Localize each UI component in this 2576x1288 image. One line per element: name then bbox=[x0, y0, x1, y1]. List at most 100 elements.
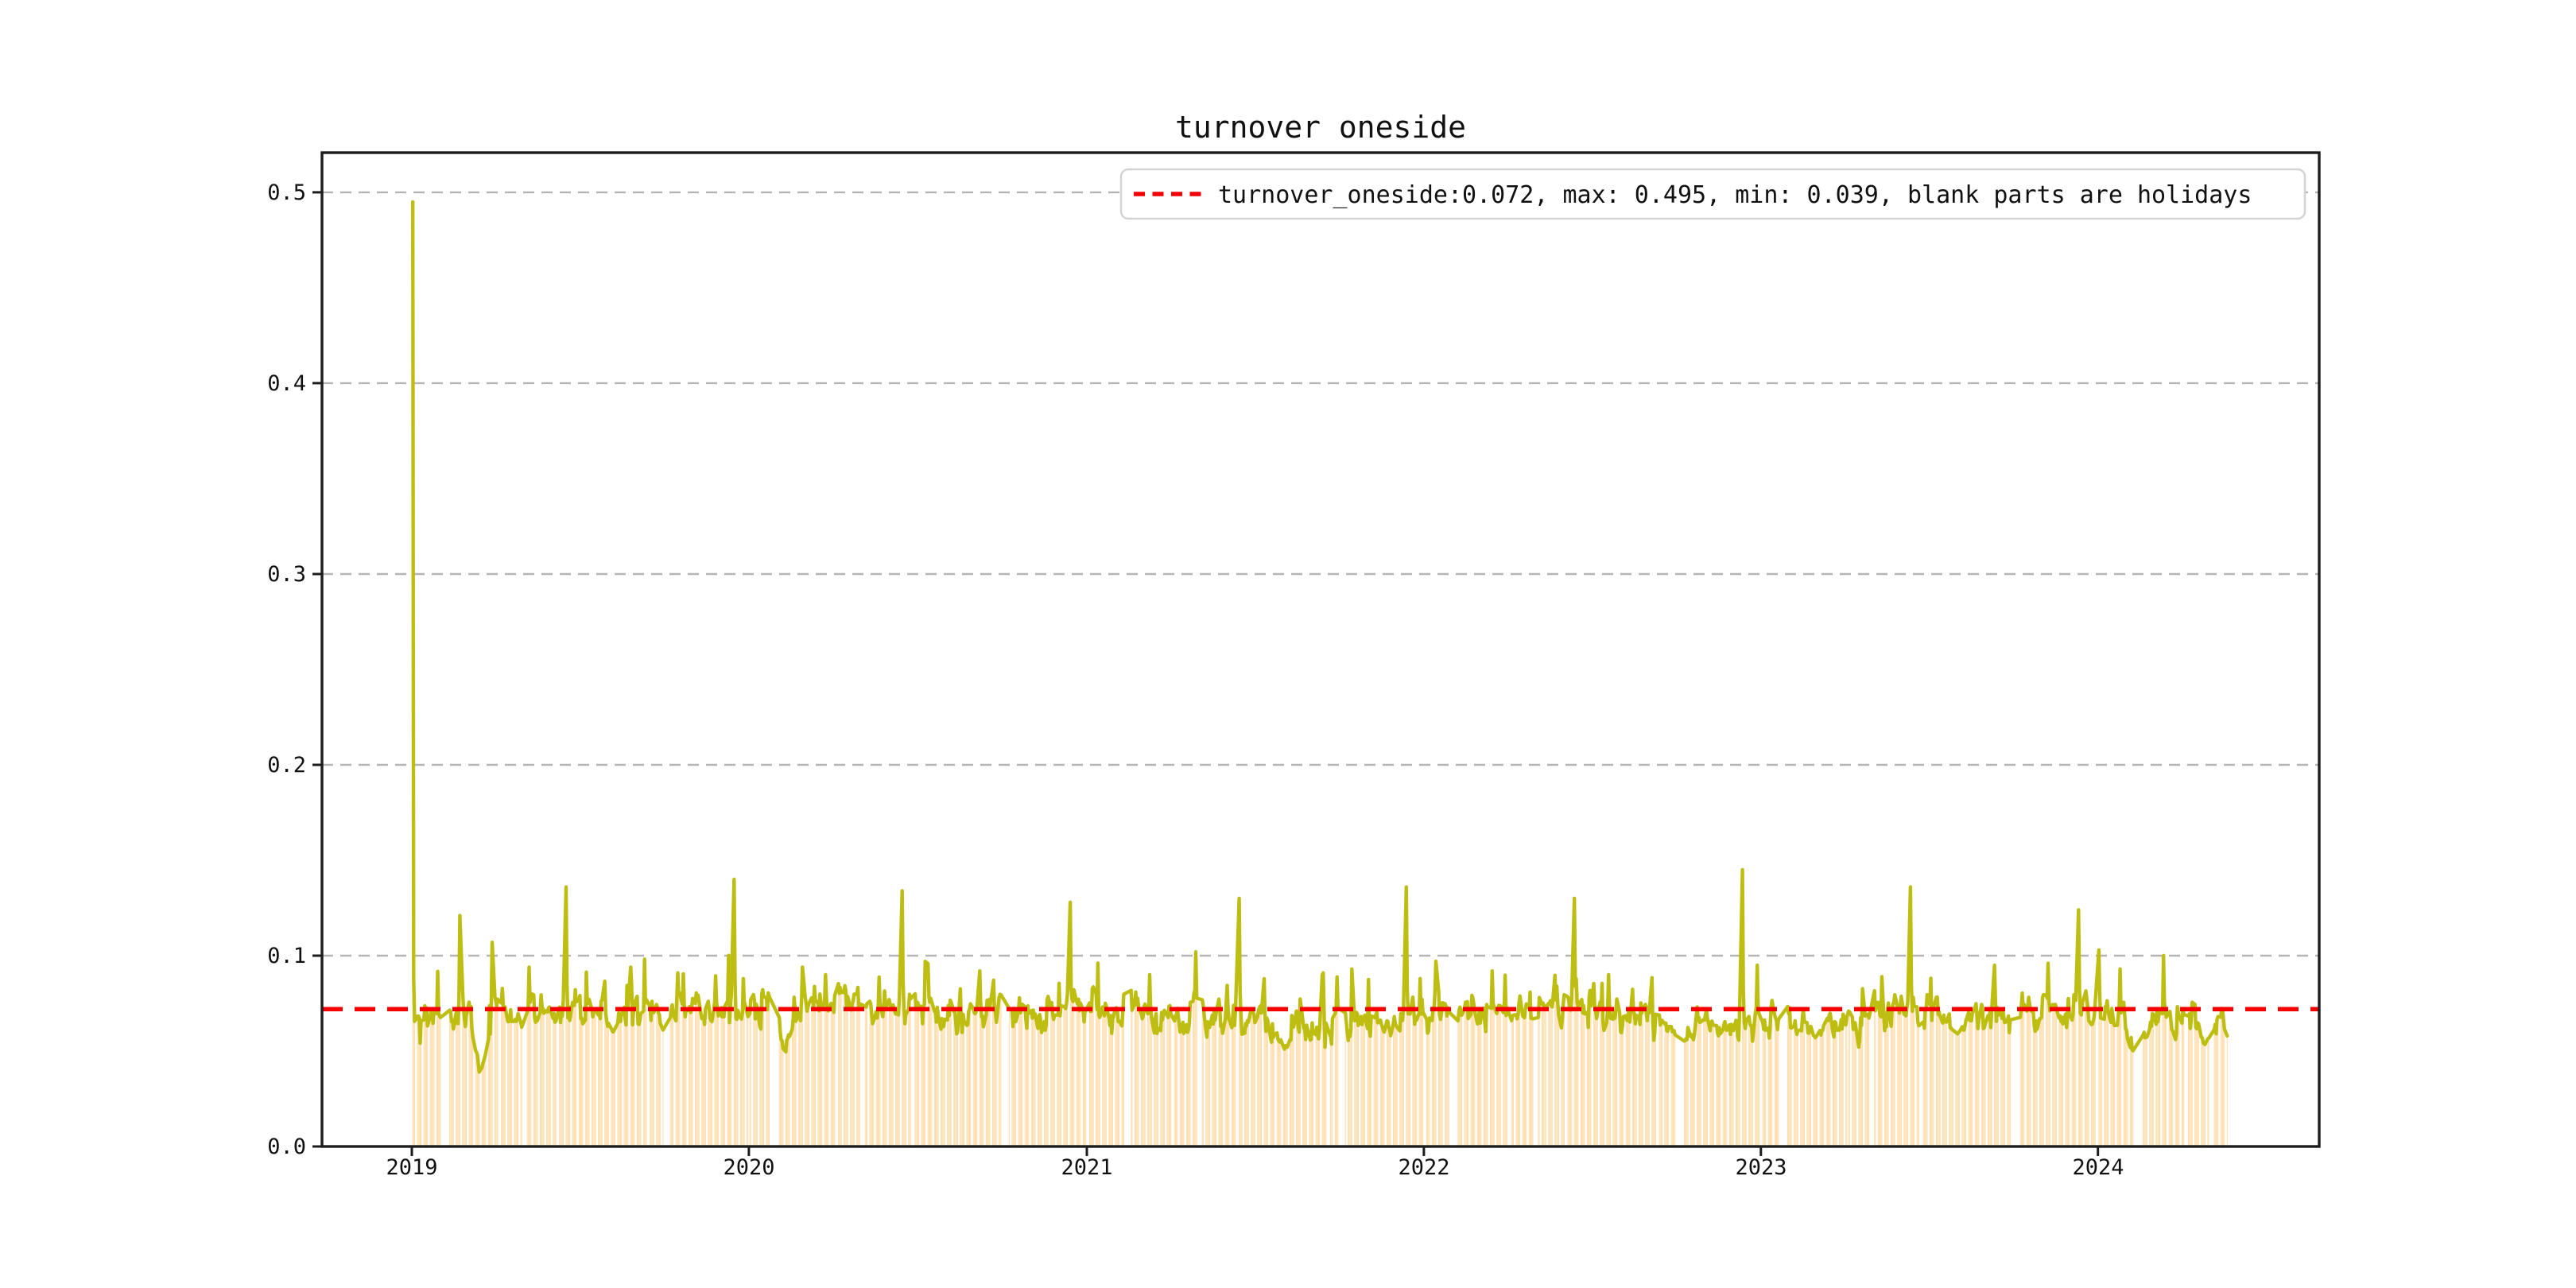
turnover-bar bbox=[974, 1014, 976, 1146]
turnover-bar bbox=[988, 999, 990, 1146]
turnover-bar bbox=[2009, 1019, 2011, 1146]
turnover-bar bbox=[1659, 1025, 1661, 1146]
turnover-bar bbox=[1800, 1030, 1802, 1146]
turnover-bar bbox=[834, 995, 836, 1146]
turnover-bar bbox=[1769, 1027, 1771, 1146]
turnover-bar bbox=[1596, 1013, 1598, 1146]
turnover-bar bbox=[1259, 1007, 1260, 1146]
turnover-bar bbox=[1170, 1014, 1172, 1146]
turnover-bar bbox=[2002, 1010, 2004, 1146]
turnover-bar bbox=[2114, 1026, 2116, 1146]
turnover-bar bbox=[735, 1018, 737, 1146]
turnover-bar bbox=[1905, 1015, 1907, 1146]
turnover-bar bbox=[1577, 1006, 1579, 1146]
turnover-bar bbox=[1550, 1000, 1551, 1146]
turnover-bar bbox=[1963, 1030, 1965, 1146]
turnover-bar bbox=[1516, 1018, 1518, 1146]
turnover-bar bbox=[1918, 1026, 1919, 1146]
turnover-bar bbox=[651, 1001, 653, 1146]
turnover-bar bbox=[1356, 1014, 1358, 1146]
turnover-bar bbox=[815, 999, 817, 1146]
turnover-bar bbox=[658, 1012, 659, 1146]
turnover-bar bbox=[1355, 1018, 1356, 1146]
turnover-bar bbox=[799, 1016, 801, 1146]
turnover-bar bbox=[2019, 1017, 2021, 1146]
turnover-bar bbox=[1569, 1009, 1570, 1146]
turnover-bar bbox=[853, 994, 855, 1146]
y-tick-label-0.4: 0.4 bbox=[267, 371, 306, 396]
turnover-bar bbox=[2175, 1034, 2177, 1146]
turnover-bar bbox=[2221, 1008, 2222, 1146]
turnover-bar bbox=[763, 996, 764, 1146]
turnover-bar bbox=[1505, 1015, 1507, 1146]
turnover-bar bbox=[2151, 1013, 2153, 1146]
turnover-bar bbox=[941, 1018, 943, 1146]
turnover-bar bbox=[2204, 1044, 2206, 1146]
turnover-bar bbox=[824, 1002, 825, 1146]
turnover-bar bbox=[1038, 1016, 1040, 1146]
turnover-bar bbox=[1251, 1008, 1253, 1146]
turnover-bar bbox=[722, 1007, 724, 1146]
turnover-bar bbox=[953, 1011, 955, 1146]
turnover-bar bbox=[961, 1032, 963, 1146]
turnover-bar bbox=[429, 1016, 431, 1146]
turnover-bar bbox=[553, 1013, 555, 1146]
turnover-bar bbox=[1034, 1014, 1036, 1146]
turnover-bar bbox=[1719, 1027, 1721, 1146]
turnover-bar bbox=[1474, 1011, 1476, 1146]
turnover-bar bbox=[542, 1008, 544, 1146]
turnover-bar bbox=[1969, 1020, 1971, 1146]
turnover-bar bbox=[1414, 1016, 1416, 1146]
turnover-bar bbox=[1633, 1011, 1635, 1146]
turnover-bar bbox=[2030, 1010, 2031, 1146]
turnover-bar bbox=[1375, 1014, 1376, 1146]
turnover-bar bbox=[1470, 1014, 1472, 1146]
turnover-bar bbox=[612, 1032, 614, 1146]
turnover-bar bbox=[2072, 1014, 2074, 1146]
turnover-bar bbox=[464, 1026, 466, 1146]
turnover-bar bbox=[1957, 1032, 1959, 1146]
turnover-bar bbox=[1806, 1022, 1808, 1146]
turnover-bar bbox=[1247, 1020, 1248, 1146]
turnover-bar bbox=[1526, 1003, 1527, 1146]
turnover-bar bbox=[1899, 1013, 1900, 1146]
turnover-bar bbox=[2032, 1012, 2034, 1146]
turnover-bar bbox=[696, 999, 698, 1146]
turnover-bar bbox=[1051, 1003, 1053, 1146]
turnover-bar bbox=[1162, 1012, 1164, 1146]
turnover-bar bbox=[1187, 1032, 1189, 1146]
turnover-bar bbox=[2182, 1008, 2184, 1146]
x-tick-label-2024: 2024 bbox=[2072, 1155, 2124, 1180]
turnover-bar bbox=[2105, 1007, 2106, 1146]
turnover-bar bbox=[592, 1016, 594, 1146]
turnover-bar bbox=[1801, 1030, 1802, 1146]
turnover-bar bbox=[1446, 1015, 1448, 1146]
turnover-bar bbox=[792, 1029, 793, 1146]
turnover-bar bbox=[530, 993, 532, 1146]
turnover-bar bbox=[1090, 1011, 1092, 1146]
turnover-bar bbox=[1241, 1034, 1243, 1146]
turnover-bar bbox=[1136, 1005, 1138, 1146]
turnover-bar bbox=[1393, 1023, 1395, 1146]
turnover-bar bbox=[2091, 1024, 2093, 1146]
turnover-bar bbox=[904, 1023, 906, 1146]
turnover-bar bbox=[678, 993, 680, 1146]
turnover-bar bbox=[981, 1016, 983, 1146]
turnover-bar bbox=[1817, 1034, 1818, 1146]
turnover-bar bbox=[599, 1018, 601, 1146]
turnover-bar bbox=[692, 998, 693, 1146]
turnover-bar bbox=[1201, 999, 1203, 1146]
turnover-bar bbox=[768, 996, 770, 1146]
x-tick-label-2022: 2022 bbox=[1398, 1155, 1449, 1180]
turnover-bar bbox=[485, 1053, 487, 1146]
turnover-bar bbox=[708, 1009, 710, 1146]
turnover-bar bbox=[2039, 1018, 2041, 1146]
turnover-bar bbox=[1388, 1027, 1390, 1146]
turnover-bar bbox=[1726, 1030, 1728, 1146]
turnover-bar bbox=[1208, 1027, 1210, 1146]
turnover-bar bbox=[1916, 1007, 1918, 1146]
turnover-bar bbox=[1389, 1030, 1391, 1146]
turnover-bar bbox=[1499, 1006, 1501, 1146]
turnover-bar bbox=[2145, 1035, 2147, 1146]
turnover-bar bbox=[754, 1000, 755, 1146]
